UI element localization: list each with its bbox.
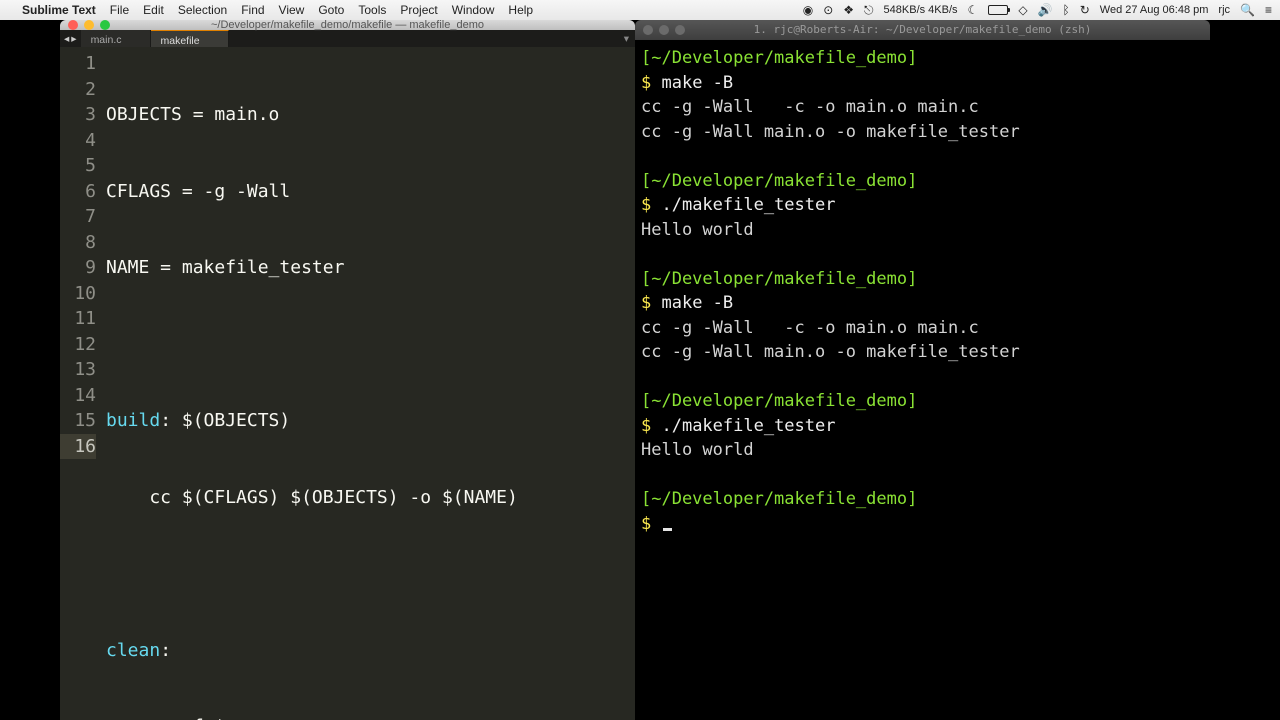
menu-tools[interactable]: Tools — [358, 3, 386, 17]
menu-window[interactable]: Window — [452, 3, 495, 17]
sublime-window: ~/Developer/makefile_demo/makefile — mak… — [60, 20, 635, 720]
menu-goto[interactable]: Goto — [318, 3, 344, 17]
menu-view[interactable]: View — [279, 3, 305, 17]
sublime-titlebar[interactable]: ~/Developer/makefile_demo/makefile — mak… — [60, 20, 635, 30]
terminal-window-title: 1. rjc@Roberts-Air: ~/Developer/makefile… — [635, 20, 1210, 42]
menu-edit[interactable]: Edit — [143, 3, 164, 17]
menubar-volume-icon[interactable]: 🔊 — [1038, 3, 1053, 17]
lineno: 12 — [60, 332, 96, 358]
sublime-editor[interactable]: 1 2 3 4 5 6 7 8 9 10 11 12 13 14 15 16 O… — [60, 47, 635, 720]
terminal-cursor — [663, 528, 672, 531]
menubar-dropbox-icon[interactable]: ❖ — [843, 3, 854, 17]
lineno: 6 — [60, 179, 96, 205]
code-line[interactable]: cc $(CFLAGS) $(OBJECTS) -o $(NAME) — [104, 485, 635, 511]
window-close-button[interactable] — [643, 25, 653, 35]
terminal-titlebar[interactable]: 1. rjc@Roberts-Air: ~/Developer/makefile… — [635, 20, 1210, 40]
sublime-window-title: ~/Developer/makefile_demo/makefile — mak… — [60, 20, 635, 31]
active-app-name[interactable]: Sublime Text — [22, 3, 96, 17]
lineno: 10 — [60, 281, 96, 307]
code-line[interactable]: clean: — [104, 638, 635, 664]
menubar-wifi-icon[interactable]: ◇ — [1018, 3, 1027, 17]
menubar-netstats[interactable]: 548KB/s 4KB/s — [884, 4, 958, 16]
lineno: 14 — [60, 383, 96, 409]
lineno: 7 — [60, 204, 96, 230]
menubar-clock[interactable]: Wed 27 Aug 06:48 pm — [1100, 4, 1209, 16]
menu-file[interactable]: File — [110, 3, 129, 17]
menubar-record-icon[interactable]: ◉ — [803, 3, 813, 17]
tab-overflow-icon[interactable]: ▾ — [618, 30, 635, 47]
menubar-user[interactable]: rjc — [1218, 4, 1230, 16]
lineno: 11 — [60, 306, 96, 332]
menubar-battery-icon[interactable] — [988, 5, 1008, 15]
line-number-gutter: 1 2 3 4 5 6 7 8 9 10 11 12 13 14 15 16 — [60, 47, 104, 720]
code-line[interactable]: rm -f *.o — [104, 714, 635, 720]
menubar-activity-icon[interactable]: ⎋ — [864, 3, 874, 18]
lineno: 1 — [60, 51, 96, 77]
code-line[interactable]: OBJECTS = main.o — [104, 102, 635, 128]
lineno: 15 — [60, 408, 96, 434]
menubar-timemachine-icon[interactable]: ↻ — [1080, 3, 1090, 17]
menu-help[interactable]: Help — [508, 3, 533, 17]
menubar-sync-icon[interactable]: ⊙ — [823, 3, 833, 17]
nav-forward-icon[interactable]: ▸ — [71, 33, 76, 45]
tab-main-c[interactable]: main.c — [81, 30, 151, 47]
menubar-moon-icon[interactable]: ☾ — [968, 3, 979, 17]
menu-selection[interactable]: Selection — [178, 3, 227, 17]
terminal-window: 1. rjc@Roberts-Air: ~/Developer/makefile… — [635, 20, 1210, 720]
sublime-tabbar: ◂ ▸ main.c makefile ▾ — [60, 30, 635, 47]
lineno: 13 — [60, 357, 96, 383]
lineno: 3 — [60, 102, 96, 128]
menubar-bluetooth-icon[interactable]: ᛒ — [1063, 3, 1070, 17]
window-zoom-button[interactable] — [100, 20, 110, 30]
menubar-notification-icon[interactable]: ≡ — [1265, 3, 1272, 17]
left-black-margin — [0, 20, 60, 720]
window-zoom-button[interactable] — [675, 25, 685, 35]
code-line[interactable]: CFLAGS = -g -Wall — [104, 179, 635, 205]
macos-menubar: Sublime Text File Edit Selection Find Vi… — [0, 0, 1280, 20]
lineno: 2 — [60, 77, 96, 103]
menu-project[interactable]: Project — [400, 3, 437, 17]
terminal-body[interactable]: [~/Developer/makefile_demo]$ make -Bcc -… — [635, 40, 1210, 720]
lineno: 16 — [60, 434, 96, 460]
lineno: 4 — [60, 128, 96, 154]
lineno: 5 — [60, 153, 96, 179]
nav-back-icon[interactable]: ◂ — [64, 33, 69, 45]
right-black-margin — [1210, 20, 1280, 720]
menu-find[interactable]: Find — [241, 3, 264, 17]
window-minimize-button[interactable] — [659, 25, 669, 35]
window-minimize-button[interactable] — [84, 20, 94, 30]
tab-makefile[interactable]: makefile — [151, 30, 229, 47]
code-line[interactable]: build: $(OBJECTS) — [104, 408, 635, 434]
window-close-button[interactable] — [68, 20, 78, 30]
code-line[interactable] — [104, 332, 635, 358]
code-line[interactable] — [104, 561, 635, 587]
lineno: 8 — [60, 230, 96, 256]
code-line[interactable]: NAME = makefile_tester — [104, 255, 635, 281]
lineno: 9 — [60, 255, 96, 281]
code-area[interactable]: OBJECTS = main.o CFLAGS = -g -Wall NAME … — [104, 47, 635, 720]
menubar-spotlight-icon[interactable]: 🔍 — [1240, 3, 1255, 17]
